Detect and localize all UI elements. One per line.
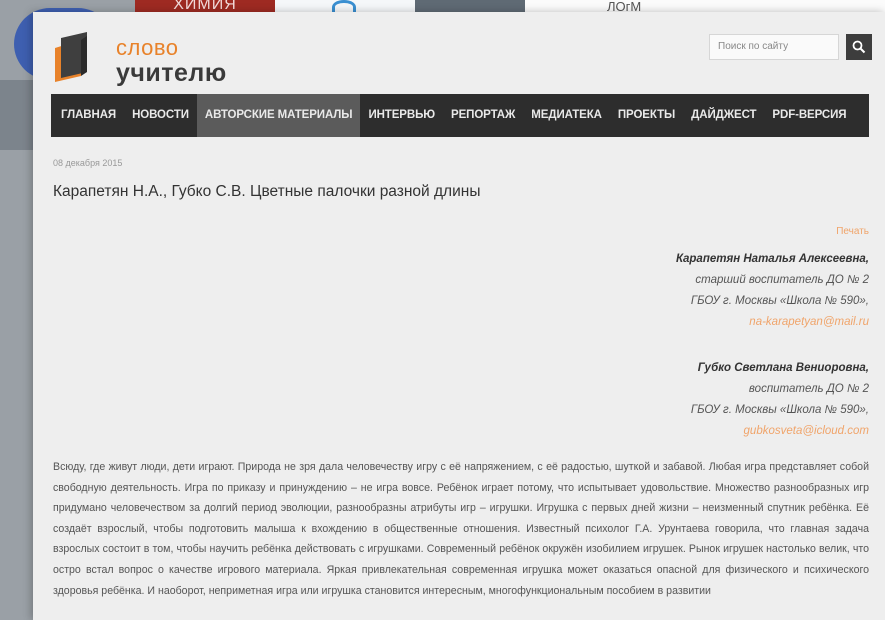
print-link[interactable]: Печать xyxy=(836,226,869,237)
search-button[interactable] xyxy=(846,34,872,60)
nav-item-media[interactable]: МЕДИАТЕКА xyxy=(523,94,610,137)
authors-block: Карапетян Наталья Алексеевна, старший во… xyxy=(469,249,869,442)
nav-item-projects[interactable]: ПРОЕКТЫ xyxy=(610,94,683,137)
site-logo[interactable]: слово учителю xyxy=(53,24,243,88)
author-spacer xyxy=(469,333,869,358)
logo-text-bottom: учителю xyxy=(116,59,227,87)
nav-item-news[interactable]: НОВОСТИ xyxy=(124,94,197,137)
author-position: старший воспитатель ДО № 2 xyxy=(695,274,869,286)
author-position: воспитатель ДО № 2 xyxy=(748,383,869,395)
nav-item-report[interactable]: РЕПОРТАЖ xyxy=(443,94,523,137)
nav-item-author-materials[interactable]: АВТОРСКИЕ МАТЕРИАЛЫ xyxy=(196,94,361,137)
author-email-link[interactable]: na-karapetyan@mail.ru xyxy=(469,312,869,333)
nav-item-pdf[interactable]: PDF-ВЕРСИЯ xyxy=(764,94,854,137)
book-logo-icon xyxy=(55,32,87,82)
main-nav: ГЛАВНАЯ НОВОСТИ АВТОРСКИЕ МАТЕРИАЛЫ ИНТЕ… xyxy=(51,94,869,137)
author-email-link[interactable]: gubkosveta@icloud.com xyxy=(469,421,869,442)
author-name: Карапетян Наталья Алексеевна, xyxy=(675,253,869,265)
article-body: Всюду, где живут люди, дети играют. Прир… xyxy=(53,461,869,597)
nav-item-home[interactable]: ГЛАВНАЯ xyxy=(51,94,124,137)
web-page: слово учителю Поиск по сайту ГЛАВНАЯ НОВ… xyxy=(33,12,885,620)
article-date: 08 декабря 2015 xyxy=(53,158,123,168)
author-school: ГБОУ г. Москвы «Школа № 590», xyxy=(690,295,869,307)
nav-item-digest[interactable]: ДАЙДЖЕСТ xyxy=(683,94,764,137)
search-input[interactable]: Поиск по сайту xyxy=(709,34,839,60)
nav-item-interview[interactable]: ИНТЕРВЬЮ xyxy=(360,94,443,137)
article-title: Карапетян Н.А., Губко С.В. Цветные палоч… xyxy=(53,183,481,200)
author-name: Губко Светлана Вениоровна, xyxy=(697,362,869,374)
search-icon xyxy=(852,40,866,54)
logo-text-top: слово xyxy=(116,35,179,60)
author-school: ГБОУ г. Москвы «Школа № 590», xyxy=(690,404,869,416)
